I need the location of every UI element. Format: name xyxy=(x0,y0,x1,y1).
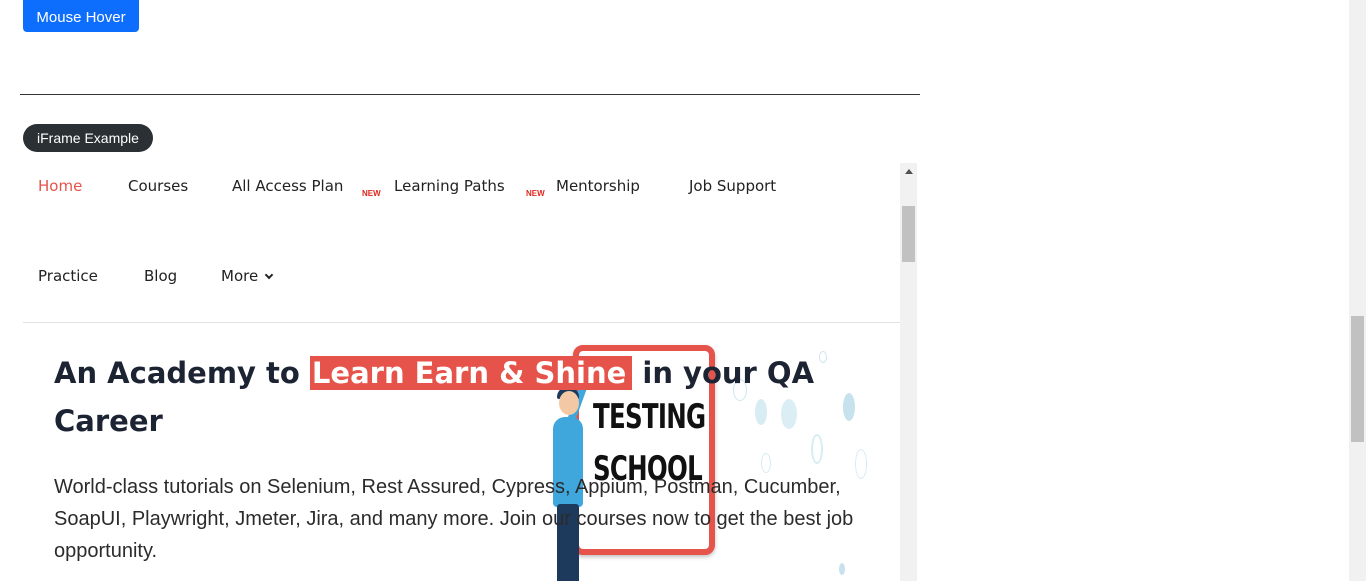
arrow-up-icon[interactable] xyxy=(905,169,913,174)
iframe-scrollbar-thumb[interactable] xyxy=(902,206,915,262)
hero-title-highlight: Learn Earn & Shine xyxy=(309,356,633,390)
mouse-hover-button[interactable]: Mouse Hover xyxy=(23,0,139,32)
new-badge: NEW xyxy=(362,189,381,198)
nav-courses[interactable]: Courses xyxy=(128,177,188,195)
iframe-example-badge: iFrame Example xyxy=(23,124,153,152)
new-badge: NEW xyxy=(526,189,545,198)
section-divider xyxy=(20,94,920,95)
iframe-content: Home Courses All Access Plan NEW Learnin… xyxy=(23,163,900,581)
nav-divider xyxy=(23,322,900,323)
nav-practice[interactable]: Practice xyxy=(38,267,98,285)
hero-title: An Academy to Learn Earn & Shine in your… xyxy=(54,356,815,438)
page-scrollbar-thumb[interactable] xyxy=(1351,316,1364,442)
courses-iframe[interactable]: Home Courses All Access Plan NEW Learnin… xyxy=(23,163,917,581)
page-scrollbar[interactable] xyxy=(1349,0,1366,581)
nav-mentorship[interactable]: Mentorship xyxy=(556,177,640,195)
hero-description: World-class tutorials on Selenium, Rest … xyxy=(54,476,854,562)
chevron-down-icon xyxy=(264,270,274,280)
iframe-scrollbar[interactable] xyxy=(900,163,917,581)
nav-more[interactable]: More xyxy=(221,267,274,285)
nav-job-support[interactable]: Job Support xyxy=(689,177,776,195)
nav-blog[interactable]: Blog xyxy=(144,267,177,285)
nav-learning-paths[interactable]: Learning Paths xyxy=(394,177,505,195)
nav-all-access-plan[interactable]: All Access Plan xyxy=(232,177,343,195)
nav-more-label: More xyxy=(221,267,259,285)
nav-home[interactable]: Home xyxy=(38,177,82,195)
